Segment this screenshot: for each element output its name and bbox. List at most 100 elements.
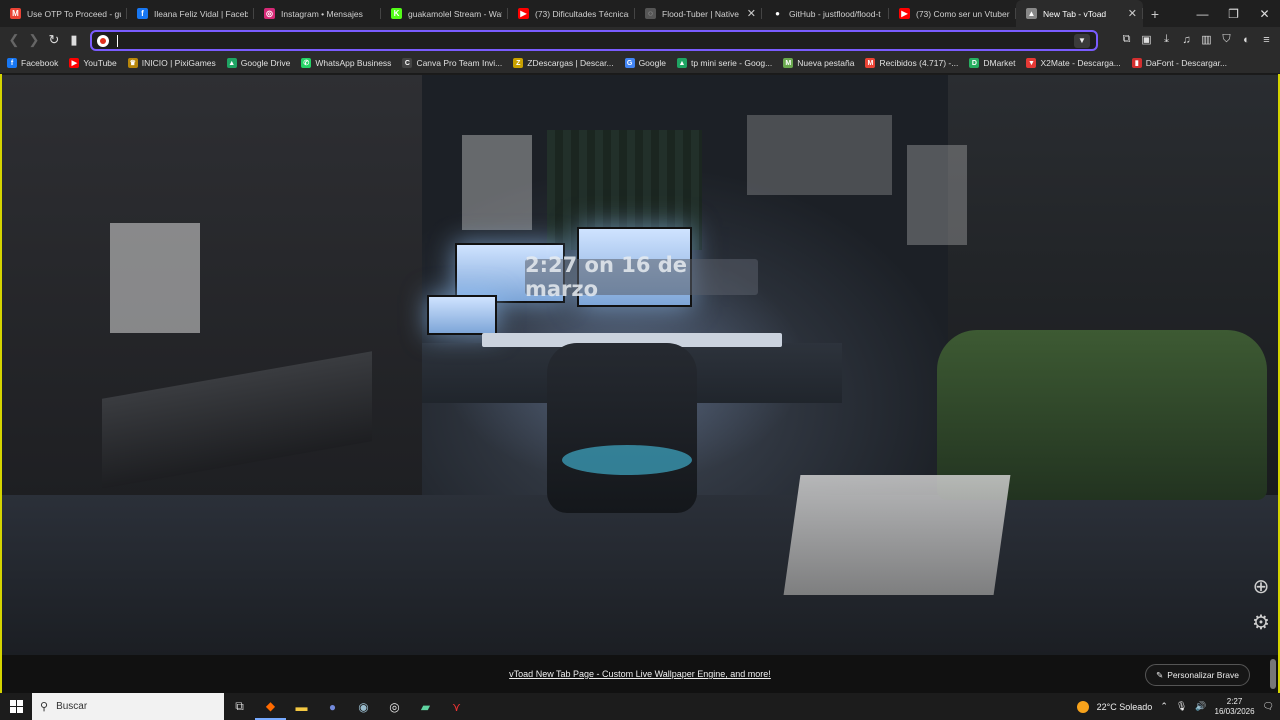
volume-icon[interactable]: 🔊 xyxy=(1195,701,1206,712)
facebook-icon: f xyxy=(137,8,148,19)
bookmark-label: Nueva pestaña xyxy=(797,58,855,68)
download-icon[interactable]: ⤓ xyxy=(1159,32,1174,47)
search-label: Buscar xyxy=(56,701,88,712)
steam-icon[interactable]: ◉ xyxy=(348,693,379,720)
screenshot-icon[interactable]: ▣ xyxy=(1139,32,1154,47)
start-button[interactable] xyxy=(0,693,32,720)
clock[interactable]: 2:27 16/03/2026 xyxy=(1215,697,1255,717)
extensions-icon[interactable]: ⧉ xyxy=(1119,32,1134,47)
facebook-icon: f xyxy=(7,58,17,68)
bookmark-item[interactable]: ✆ WhatsApp Business xyxy=(301,58,391,68)
tab-title: Flood-Tuber | Native xyxy=(662,8,740,19)
personalize-label: Personalizar Brave xyxy=(1167,670,1239,680)
bookmark-item[interactable]: M Nueva pestaña xyxy=(783,58,854,68)
side-controls: ⊕ ⚙ xyxy=(1250,575,1272,634)
close-window-button[interactable]: ✕ xyxy=(1249,0,1280,27)
bookmark-item[interactable]: C Canva Pro Team Invi... xyxy=(402,58,502,68)
menu-icon[interactable]: ≡ xyxy=(1259,32,1274,47)
discord-icon[interactable]: ● xyxy=(317,693,348,720)
bookmark-label: Canva Pro Team Invi... xyxy=(416,58,503,68)
brave-shields-icon[interactable]: ▼ xyxy=(1074,33,1090,48)
whatsapp-icon: ✆ xyxy=(301,58,312,68)
task-view-icon[interactable]: ⧉ xyxy=(224,693,255,720)
dmarket-icon: D xyxy=(969,58,980,68)
newtab-footer: vToad New Tab Page - Custom Live Wallpap… xyxy=(2,655,1278,693)
personalize-button[interactable]: ✎ Personalizar Brave xyxy=(1145,664,1250,686)
bookmark-item[interactable]: ▶ YouTube xyxy=(69,58,117,68)
date-text: 16/03/2026 xyxy=(1214,706,1255,716)
tab-4[interactable]: ▶ (73) Dificultades Técnicas xyxy=(508,0,635,27)
tab-2[interactable]: ◎ Instagram • Mensajes xyxy=(254,0,381,27)
vpn-icon[interactable]: ⛉ xyxy=(1219,32,1234,47)
sidebar-icon[interactable]: ▥ xyxy=(1199,32,1214,47)
taskbar-search[interactable]: ⚲ Buscar xyxy=(32,693,224,720)
bookmark-item[interactable]: ♛ INICIO | PixiGames xyxy=(127,58,216,68)
scrollbar[interactable] xyxy=(1270,659,1276,689)
settings-gear-icon[interactable]: ⚙ xyxy=(1250,611,1272,634)
chevron-up-icon[interactable]: ⌃ xyxy=(1160,701,1168,712)
youtube-icon: ▶ xyxy=(69,58,80,68)
tab-8[interactable]: ▲ New Tab - vToad ✕ xyxy=(1016,0,1143,27)
bookmark-label: INICIO | PixiGames xyxy=(141,58,216,68)
bookmark-item[interactable]: f Facebook xyxy=(7,58,58,68)
tab-5[interactable]: ◌ Flood-Tuber | Native ✕ xyxy=(635,0,762,27)
laptop-screen xyxy=(427,295,497,335)
tab-3[interactable]: Kguakamolel Stream - Watc xyxy=(381,0,508,27)
new-tab-button[interactable]: + xyxy=(1143,6,1167,22)
tab-6[interactable]: ● GitHub - justflood/flood-t xyxy=(762,0,889,27)
bookmark-label: X2Mate - Descarga... xyxy=(1040,58,1121,68)
bookmark-label: WhatsApp Business xyxy=(315,58,392,68)
drive-icon: ▲ xyxy=(676,58,687,68)
bookmark-item[interactable]: ▮ DaFont - Descargar... xyxy=(1131,58,1227,68)
wallet-icon[interactable]: ◐ xyxy=(1239,32,1254,47)
close-tab-icon[interactable]: ✕ xyxy=(747,7,756,20)
tab-title: New Tab - vToad xyxy=(1043,8,1107,19)
tab-7[interactable]: ▶ (73) Como ser un Vtuber d xyxy=(889,0,1016,27)
forward-button[interactable]: ❯ xyxy=(24,32,44,48)
notifications-icon[interactable]: 🗨 xyxy=(1263,701,1274,712)
live-wallpaper: 2:27 on 16 de marzo ⊕ ⚙ xyxy=(2,75,1278,655)
bookmark-item[interactable]: Z ZDescargas | Descar... xyxy=(513,58,614,68)
record-shelf xyxy=(747,115,892,195)
close-tab-icon[interactable]: ✕ xyxy=(1128,7,1137,20)
valorant-icon[interactable]: ⋎ xyxy=(441,693,472,720)
vtoad-link[interactable]: vToad New Tab Page - Custom Live Wallpap… xyxy=(2,669,1278,679)
restore-button[interactable]: ❐ xyxy=(1218,0,1249,27)
media-icon[interactable]: ♫ xyxy=(1179,32,1194,47)
bookmark-item[interactable]: M Recibidos (4.717) -... xyxy=(865,58,958,68)
tab-title: GitHub - justflood/flood-t xyxy=(789,8,881,19)
obs-icon[interactable]: ◎ xyxy=(379,693,410,720)
gmail-icon: M xyxy=(865,58,876,68)
tab-title: (73) Como ser un Vtuber d xyxy=(916,8,1010,19)
file-explorer-icon[interactable]: ▬ xyxy=(286,693,317,720)
brave-icon[interactable]: ◆ xyxy=(255,693,286,720)
add-widget-icon[interactable]: ⊕ xyxy=(1250,575,1272,598)
weather-text[interactable]: 22°C Soleado xyxy=(1097,702,1153,712)
bookmark-item[interactable]: ▲ Google Drive xyxy=(226,58,290,68)
coffee-table xyxy=(783,475,1011,595)
bookmarks-bar: f Facebook ▶ YouTube ♛ INICIO | PixiGames ▲ Goo… xyxy=(0,53,1280,74)
chair-light xyxy=(562,445,692,475)
back-button[interactable]: ❮ xyxy=(4,32,24,48)
gmail-icon: M xyxy=(10,8,21,19)
bookmark-button[interactable]: ▮ xyxy=(64,32,84,48)
tab-0[interactable]: M Use OTP To Proceed - guz xyxy=(0,0,127,27)
mic-icon[interactable]: 🎙 xyxy=(1176,701,1187,712)
bookmark-item[interactable]: G Google xyxy=(624,58,666,68)
bookmark-item[interactable]: D DMarket xyxy=(969,58,1015,68)
site-info-icon[interactable] xyxy=(97,34,109,47)
address-input[interactable] xyxy=(126,34,1074,47)
bookmark-item[interactable]: ▲ tp mini serie - Goog... xyxy=(676,58,772,68)
notepad-icon[interactable]: ▰ xyxy=(410,693,441,720)
minimize-button[interactable]: — xyxy=(1187,0,1218,27)
pencil-icon: ✎ xyxy=(1156,669,1164,680)
tab-1[interactable]: f Ileana Feliz Vidal | Facebo xyxy=(127,0,254,27)
bookmark-label: DMarket xyxy=(983,58,1016,68)
system-tray: 22°C Soleado ⌃ 🎙 🔊 2:27 16/03/2026 🗨 xyxy=(1076,693,1280,720)
github-icon: ● xyxy=(775,9,780,18)
reload-button[interactable]: ↻ xyxy=(44,32,64,48)
bookmark-label: Facebook xyxy=(21,58,59,68)
floor xyxy=(2,495,1278,655)
bookmark-item[interactable]: ▼ X2Mate - Descarga... xyxy=(1026,58,1121,68)
address-bar[interactable]: ▼ xyxy=(90,30,1098,51)
